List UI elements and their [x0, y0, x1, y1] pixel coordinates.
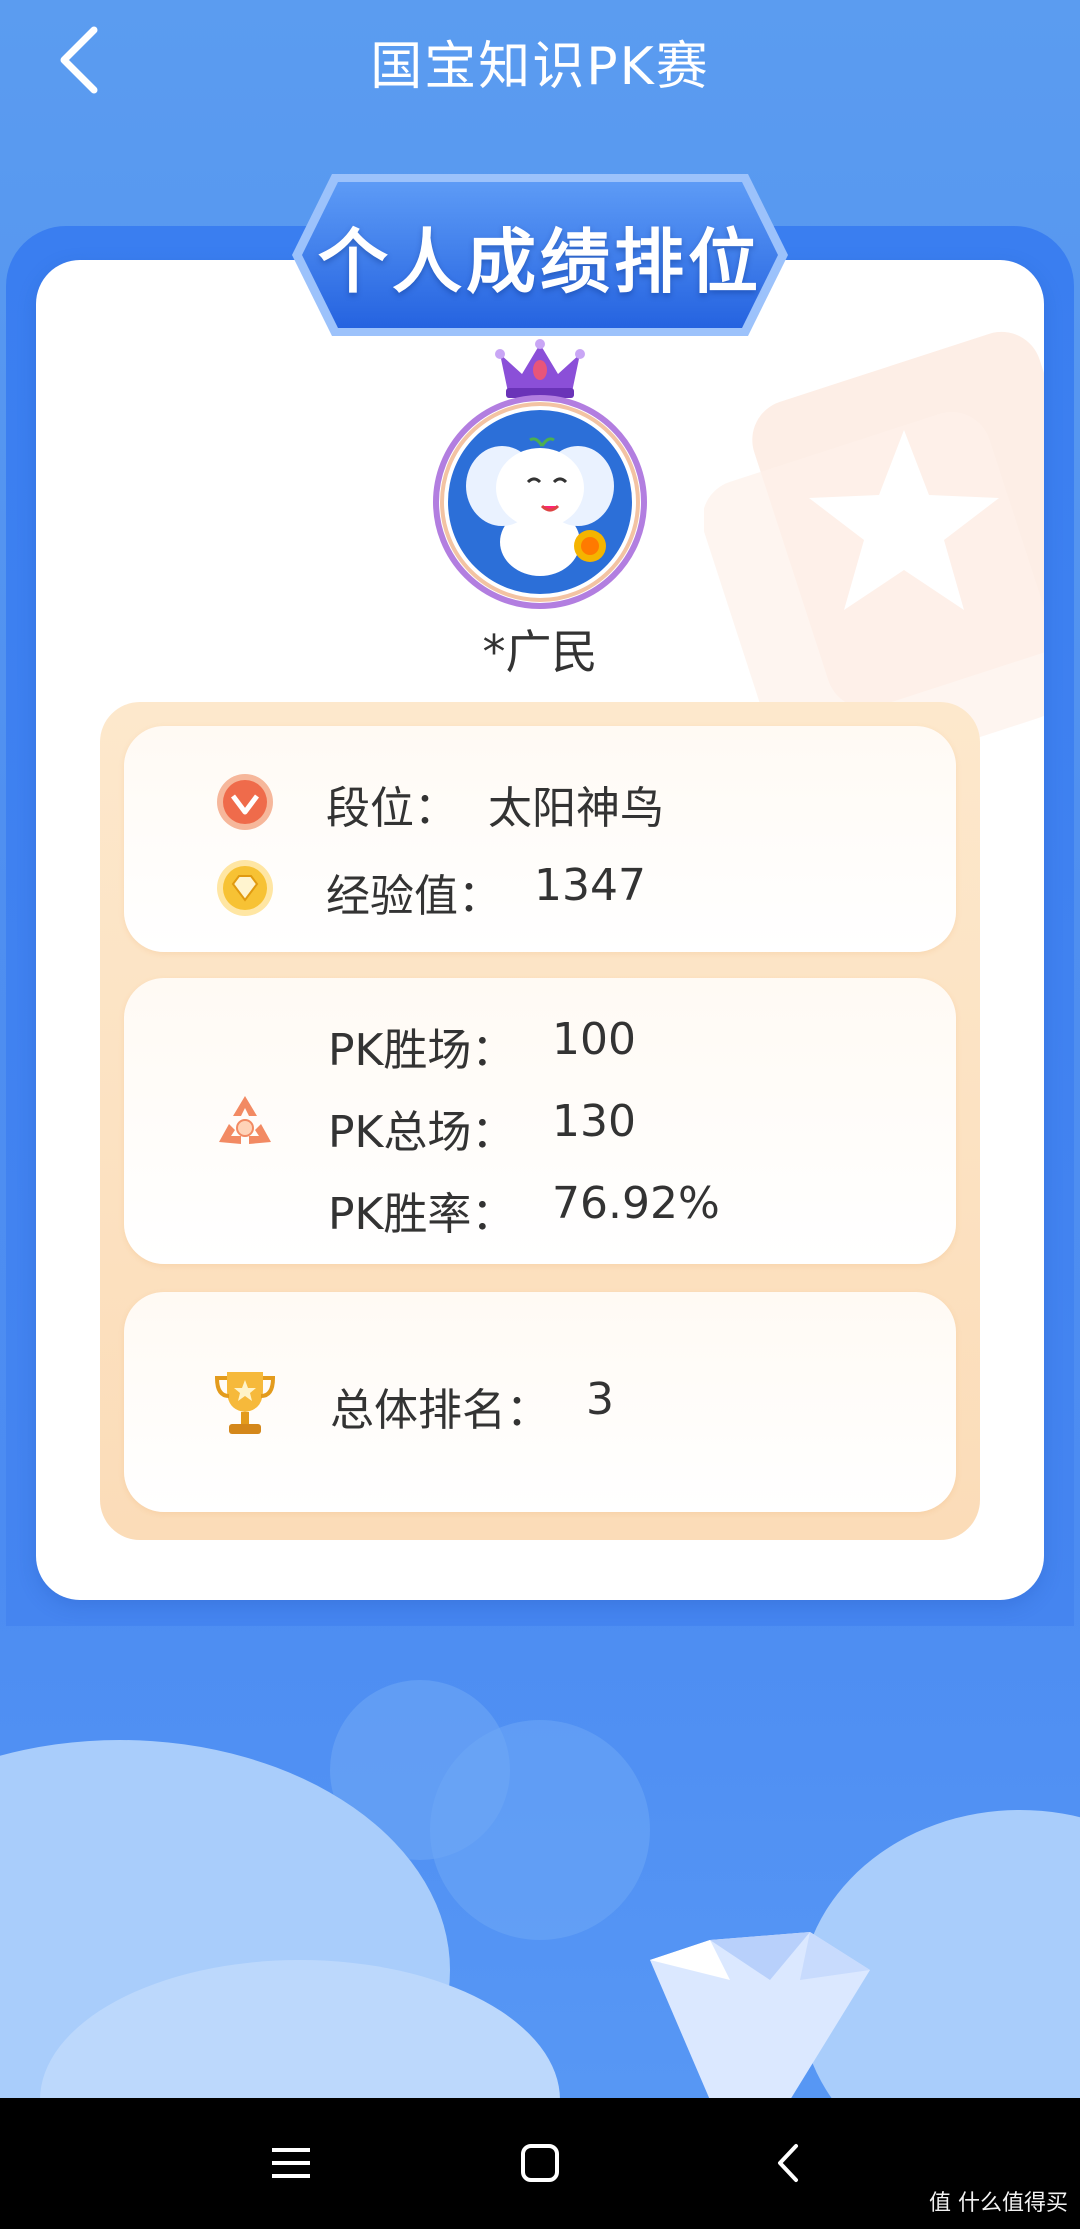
pk-total-value: 130 — [552, 1096, 636, 1147]
pk-total-row: PK总场： 130 — [328, 1096, 636, 1160]
exp-label: 经验值： — [326, 871, 502, 922]
system-nav-bar — [0, 2098, 1080, 2229]
pk-wins-value: 100 — [552, 1014, 636, 1065]
pk-rate-label: PK胜率： — [328, 1189, 516, 1240]
pk-rate-value: 76.92% — [552, 1178, 720, 1229]
overall-row: 总体排名： 3 — [330, 1374, 614, 1438]
overall-value: 3 — [586, 1374, 614, 1425]
pk-recycle-icon — [219, 1096, 271, 1144]
rank-value: 太阳神鸟 — [488, 783, 664, 834]
exp-value: 1347 — [534, 860, 646, 911]
rank-row: 段位： 太阳神鸟 — [326, 772, 664, 836]
crown-icon — [495, 339, 585, 398]
trophy-icon — [214, 1372, 276, 1434]
page-title: 国宝知识PK赛 — [370, 37, 710, 97]
pk-total-label: PK总场： — [328, 1107, 516, 1158]
pk-wins-row: PK胜场： 100 — [328, 1014, 636, 1078]
diamond-coin-icon — [217, 860, 273, 916]
pk-rate-row: PK胜率： 76.92% — [328, 1178, 720, 1242]
home-square-icon[interactable] — [505, 2128, 575, 2198]
avatar — [430, 336, 650, 612]
pk-wins-label: PK胜场： — [328, 1025, 516, 1076]
back-chevron-icon[interactable] — [754, 2128, 824, 2198]
rank-label: 段位： — [326, 783, 458, 834]
top-bar: 国宝知识PK赛 — [0, 0, 1080, 120]
cloud-decoration — [0, 1680, 1080, 2100]
menu-icon[interactable] — [256, 2128, 326, 2198]
overall-label: 总体排名： — [330, 1385, 550, 1436]
watermark: 值 什么值得买 — [929, 2191, 1068, 2216]
user-name: *广民 — [482, 625, 598, 679]
banner-title: 个人成绩排位 — [318, 221, 762, 303]
rank-badge-icon — [217, 774, 273, 830]
exp-row: 经验值： 1347 — [326, 860, 646, 924]
